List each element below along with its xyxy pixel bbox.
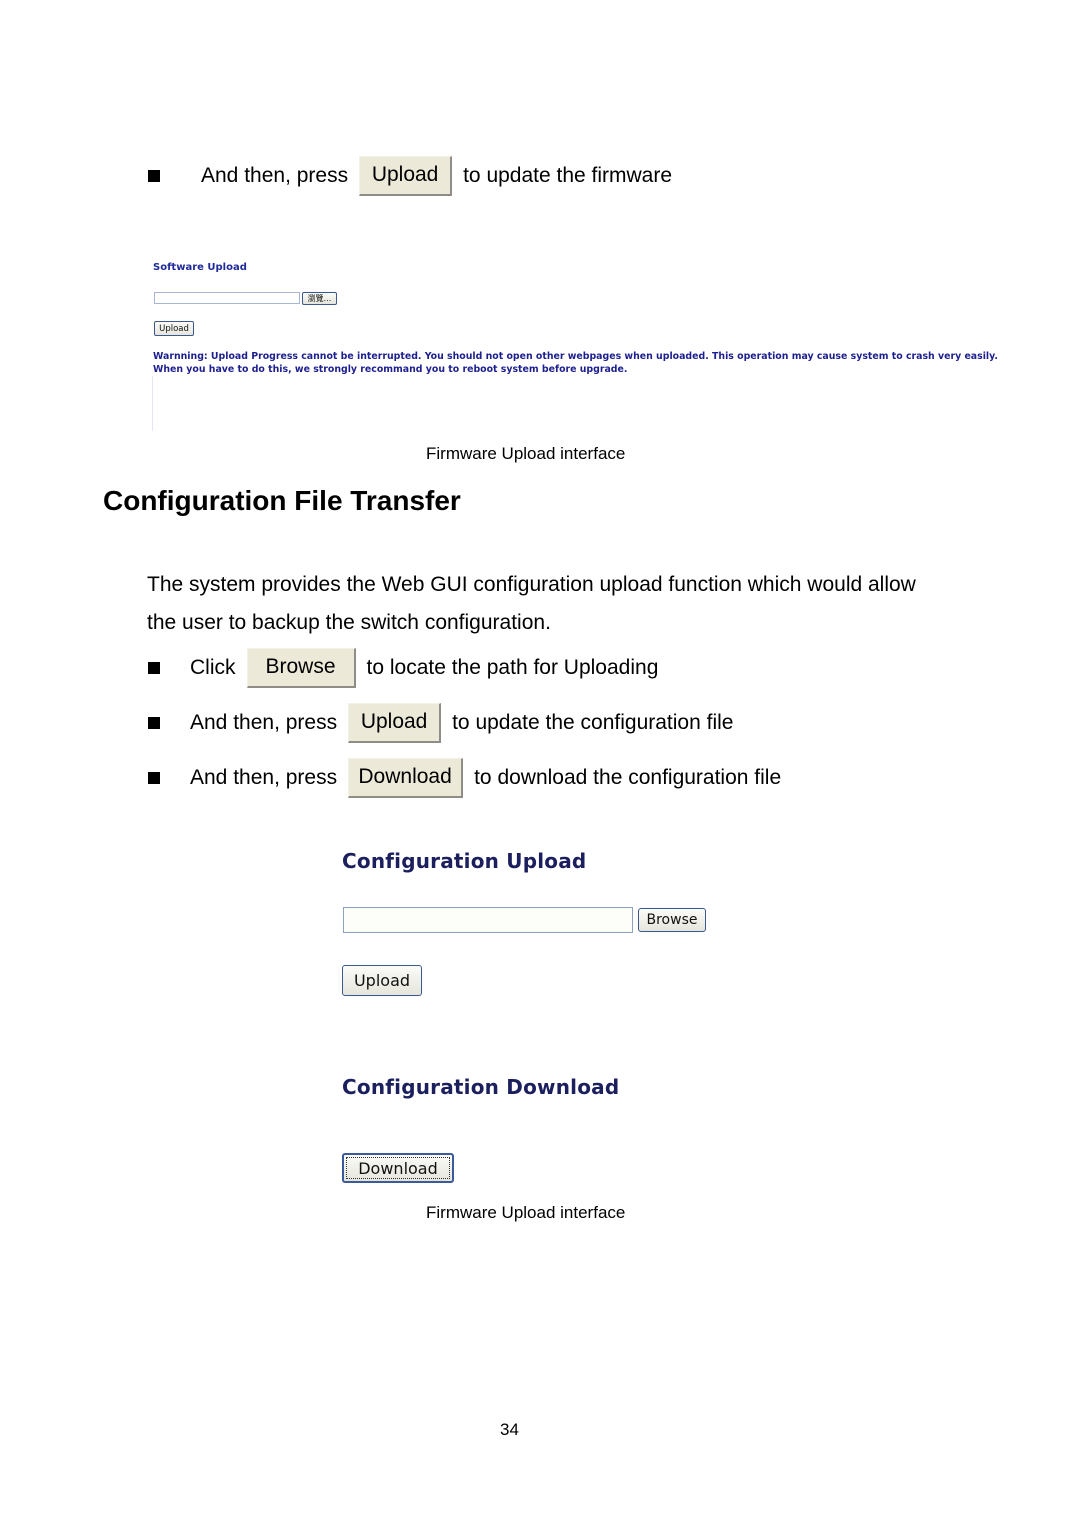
step-suffix: to update the firmware [463, 164, 673, 187]
figure-caption: Firmware Upload interface [426, 444, 626, 463]
step-download: And then, press Download to download the… [148, 757, 781, 799]
config-browse-button[interactable]: Browse [638, 908, 706, 932]
configuration-screenshot: Configuration Upload Browse Upload Confi… [340, 845, 720, 1190]
configuration-download-title: Configuration Download [342, 1075, 620, 1099]
software-upload-title: Software Upload [153, 262, 247, 273]
upload-button-illustration: Upload [348, 703, 442, 743]
screenshot-left-border [152, 376, 153, 431]
bullet-icon [148, 717, 160, 729]
configuration-upload-title: Configuration Upload [342, 849, 587, 873]
config-file-input[interactable] [343, 907, 633, 933]
step-prefix: And then, press [190, 711, 338, 734]
bullet-icon [148, 772, 160, 784]
firmware-upload-button[interactable]: Upload [154, 321, 194, 336]
paragraph-line-1: The system provides the Web GUI configur… [147, 573, 916, 596]
config-download-button[interactable]: Download [342, 1153, 454, 1183]
firmware-browse-button[interactable]: 瀏覽... [302, 292, 337, 305]
step-prefix: And then, press [201, 164, 349, 187]
step-upload: And then, press Upload to update the con… [148, 702, 733, 744]
step-suffix: to download the configuration file [474, 766, 782, 789]
warning-line-1: Warnning: Upload Progress cannot be inte… [153, 351, 998, 362]
config-upload-button[interactable]: Upload [342, 965, 422, 996]
firmware-upload-screenshot: Software Upload 瀏覽... Upload Warnning: U… [150, 258, 1000, 433]
step-browse: Click Browse to locate the path for Uplo… [148, 647, 658, 689]
section-heading: Configuration File Transfer [103, 485, 461, 516]
step-prefix: Click [190, 656, 236, 679]
firmware-step: And then, press Upload to update the fir… [148, 155, 672, 197]
step-suffix: to locate the path for Uploading [366, 656, 659, 679]
figure-caption: Firmware Upload interface [426, 1203, 626, 1222]
page-number: 34 [500, 1420, 519, 1439]
intro-paragraph: The system provides the Web GUI configur… [147, 566, 916, 642]
upload-button-illustration: Upload [359, 156, 453, 196]
firmware-file-input[interactable] [154, 292, 300, 304]
browse-button-illustration: Browse [246, 648, 356, 688]
paragraph-line-2: the user to backup the switch configurat… [147, 611, 551, 634]
download-button-illustration: Download [348, 758, 464, 798]
step-prefix: And then, press [190, 766, 338, 789]
warning-line-2: When you have to do this, we strongly re… [153, 364, 628, 375]
step-suffix: to update the configuration file [452, 711, 734, 734]
bullet-icon [148, 170, 160, 182]
bullet-icon [148, 662, 160, 674]
